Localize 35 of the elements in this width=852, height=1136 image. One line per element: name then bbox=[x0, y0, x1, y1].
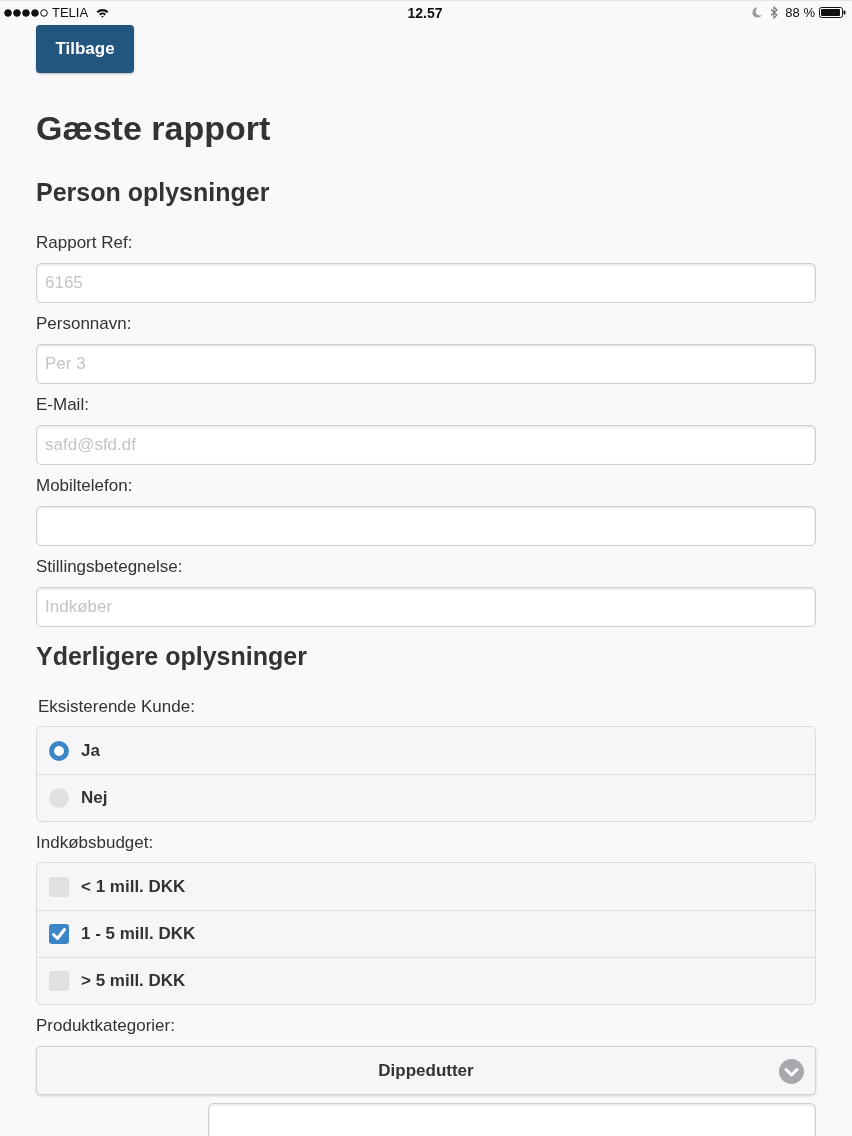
checkbox[interactable] bbox=[49, 924, 69, 944]
radio-button[interactable] bbox=[49, 740, 69, 761]
input-field[interactable]: Per 3 bbox=[36, 344, 816, 384]
page-title: Gæste rapport bbox=[36, 108, 272, 148]
input-field[interactable] bbox=[36, 506, 816, 546]
field-label: Eksisterende Kunde: bbox=[38, 697, 196, 717]
option-label[interactable]: < 1 mill. DKK bbox=[81, 876, 186, 897]
input-field[interactable]: Indkøber bbox=[36, 587, 816, 627]
chevron-down-icon bbox=[779, 1059, 804, 1084]
option-label[interactable]: > 5 mill. DKK bbox=[81, 971, 186, 991]
select-field[interactable]: Dippedutter bbox=[36, 1046, 816, 1095]
field-label: Indkøbsbudget: bbox=[36, 833, 155, 853]
field-label: E-Mail: bbox=[36, 395, 90, 415]
section-heading: Person oplysninger bbox=[36, 177, 271, 207]
field-label: Rapport Ref: bbox=[36, 233, 134, 253]
field-label: Stillingsbetegnelse: bbox=[36, 557, 184, 577]
option-label[interactable]: Nej bbox=[81, 788, 108, 808]
back-button[interactable]: Tilbage bbox=[36, 25, 134, 73]
battery-icon bbox=[819, 7, 846, 18]
option-label[interactable]: Ja bbox=[81, 740, 100, 761]
carrier-name: TELIA bbox=[52, 5, 89, 20]
wifi-icon bbox=[96, 7, 110, 18]
battery-percent: 88 % bbox=[785, 5, 815, 20]
field-label: Produktkategorier: bbox=[36, 1016, 176, 1036]
field-label: Personnavn: bbox=[36, 314, 133, 334]
option-label[interactable]: 1 - 5 mill. DKK bbox=[81, 924, 196, 944]
field-label: Mobiltelefon: bbox=[36, 476, 134, 496]
status-time: 12.57 bbox=[407, 4, 443, 21]
section-heading: Yderligere oplysninger bbox=[36, 641, 308, 671]
bluetooth-icon bbox=[770, 6, 779, 19]
input-field[interactable]: safd@sfd.df bbox=[36, 425, 816, 465]
moon-icon bbox=[752, 7, 763, 18]
input-field[interactable]: 6165 bbox=[36, 263, 816, 303]
input-field[interactable] bbox=[208, 1103, 816, 1136]
signal-icon bbox=[4, 8, 48, 17]
